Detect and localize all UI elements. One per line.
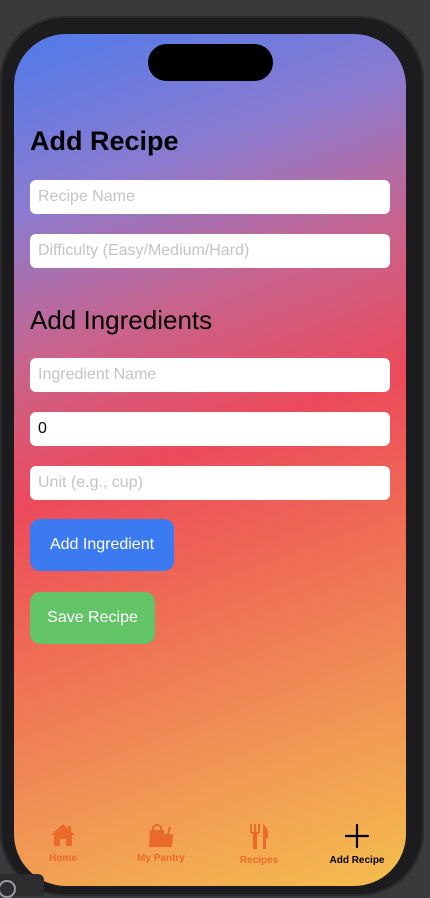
pantry-bag-icon [149,824,173,847]
house-icon [51,824,75,846]
dynamic-island [148,44,273,81]
quantity-input[interactable] [30,412,390,446]
tab-label-home: Home [49,853,77,864]
tab-label-add-recipe: Add Recipe [329,855,385,866]
unit-input[interactable] [30,466,390,500]
plus-icon [344,823,370,849]
add-ingredient-button[interactable]: Add Ingredient [30,519,174,571]
section-title: Add Ingredients [30,305,213,335]
fork-knife-icon [250,824,269,849]
tab-add-recipe[interactable]: Add Recipe [308,804,406,874]
recipe-name-input[interactable] [30,180,390,214]
difficulty-input[interactable] [30,234,390,268]
tab-my-pantry[interactable]: My Pantry [112,804,210,874]
page-title: Add Recipe [30,126,179,156]
accessibility-corner-icon [0,874,44,898]
tab-home[interactable]: Home [14,804,112,874]
app-screen: Add Recipe Add Ingredients Add Ingredien… [14,34,406,886]
tab-recipes[interactable]: Recipes [210,804,308,874]
save-recipe-button[interactable]: Save Recipe [30,592,155,644]
tab-bar: Home My Pantry Recipes Add Recipe [14,804,406,874]
tab-label-recipes: Recipes [239,855,279,866]
ingredient-name-input[interactable] [30,358,390,392]
device-frame: Add Recipe Add Ingredients Add Ingredien… [0,16,424,896]
tab-label-my-pantry: My Pantry [137,853,185,864]
